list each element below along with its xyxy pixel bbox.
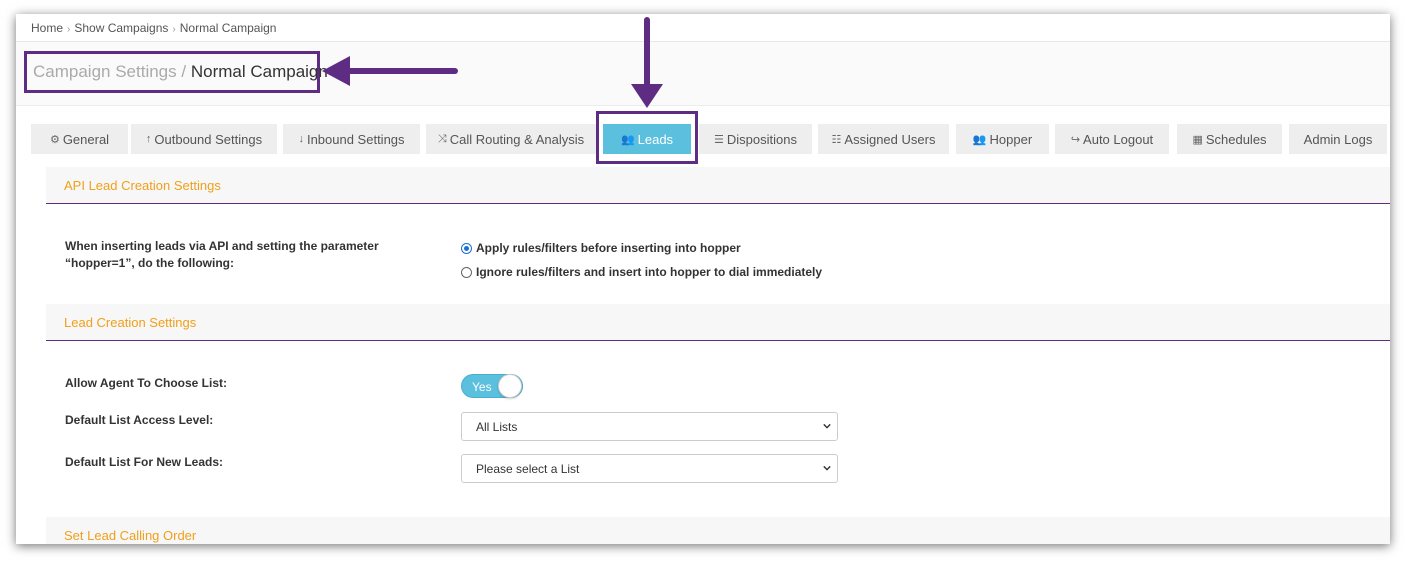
toggle-knob: [498, 374, 522, 398]
new-leads-list-label: Default List For New Leads:: [65, 455, 224, 469]
section-title-lead-creation: Lead Creation Settings: [46, 304, 1390, 341]
tab-assigned-users[interactable]: ☷ Assigned Users: [818, 124, 949, 154]
page-title-prefix: Campaign Settings: [33, 62, 177, 81]
tab-schedules[interactable]: ▦ Schedules: [1177, 124, 1282, 154]
calendar-icon: ▦: [1192, 133, 1203, 146]
breadcrumb-show-campaigns[interactable]: Show Campaigns: [74, 21, 168, 35]
section-title-api: API Lead Creation Settings: [46, 167, 1390, 204]
shuffle-icon: ⤨: [437, 132, 447, 145]
breadcrumb-current: Normal Campaign: [179, 21, 277, 35]
tab-admin-logs[interactable]: Admin Logs: [1289, 124, 1387, 154]
section-title-calling-order: Set Lead Calling Order: [46, 517, 1390, 544]
tab-hopper[interactable]: 👥 Hopper: [956, 124, 1049, 154]
tab-general[interactable]: ⚙ General: [31, 124, 128, 154]
sign-out-icon: ↪: [1070, 133, 1081, 146]
chevron-down-icon: [823, 465, 831, 471]
app-window: Home › Show Campaigns › Normal Campaign Camp…: [16, 14, 1390, 544]
breadcrumb-separator-icon: ›: [67, 24, 71, 35]
page-title-name: Normal Campaign: [190, 62, 328, 81]
toggle-label: Yes: [472, 380, 492, 394]
tab-label: Call Routing & Analysis: [449, 131, 585, 147]
list-icon: ☰: [714, 133, 724, 146]
tab-label: Leads: [637, 131, 674, 147]
tab-auto-logout[interactable]: ↪ Auto Logout: [1055, 124, 1169, 154]
radio-label: Apply rules/filters before inserting int…: [476, 241, 741, 255]
tab-inbound-settings[interactable]: ↓ Inbound Settings: [283, 124, 420, 154]
access-level-select[interactable]: All Lists: [461, 412, 838, 441]
tab-label: Auto Logout: [1083, 131, 1154, 147]
tab-leads[interactable]: 👥 Leads: [603, 124, 691, 154]
radio-checked-icon: [461, 242, 472, 254]
tab-content: API Lead Creation Settings When insertin…: [46, 167, 1390, 544]
select-value: Please select a List: [476, 462, 580, 476]
tab-label: Assigned Users: [844, 131, 936, 147]
allow-agent-toggle[interactable]: Yes: [461, 374, 523, 398]
tab-label: Inbound Settings: [306, 131, 405, 147]
users-icon: 👥: [972, 133, 987, 146]
hopper-api-label: When inserting leads via API and setting…: [65, 239, 379, 270]
users-icon: 👥: [620, 133, 635, 146]
tab-label: General: [62, 131, 110, 147]
ordered-list-icon: ☷: [831, 133, 842, 146]
page-title-separator: /: [181, 62, 187, 81]
gears-icon: ⚙: [49, 133, 60, 146]
radio-ignore-rules[interactable]: Ignore rules/filters and insert into hop…: [461, 265, 822, 279]
access-level-label: Default List Access Level:: [65, 413, 214, 427]
tab-label: Outbound Settings: [154, 131, 263, 147]
tab-call-routing[interactable]: ⤨ Call Routing & Analysis: [426, 124, 596, 154]
radio-unchecked-icon: [461, 266, 472, 278]
breadcrumb: Home › Show Campaigns › Normal Campaign: [16, 14, 1390, 42]
arrow-up-icon: ↑: [145, 133, 152, 145]
breadcrumb-home[interactable]: Home: [31, 21, 63, 35]
tab-dispositions[interactable]: ☰ Dispositions: [699, 124, 812, 154]
new-leads-list-select[interactable]: Please select a List: [461, 454, 838, 483]
arrow-down-icon: ↓: [298, 133, 304, 145]
select-value: All Lists: [476, 420, 518, 434]
breadcrumb-separator-icon: ›: [172, 24, 176, 35]
tab-outbound-settings[interactable]: ↑ Outbound Settings: [131, 124, 277, 154]
tab-label: Hopper: [989, 131, 1033, 147]
radio-apply-rules[interactable]: Apply rules/filters before inserting int…: [461, 241, 741, 255]
page-title: Campaign Settings / Normal Campaign: [24, 51, 328, 93]
chevron-down-icon: [823, 423, 831, 429]
tab-label: Schedules: [1205, 131, 1267, 147]
tab-label: Dispositions: [726, 131, 797, 147]
radio-label: Ignore rules/filters and insert into hop…: [476, 265, 823, 279]
tab-label: Admin Logs: [1303, 131, 1373, 147]
allow-agent-label: Allow Agent To Choose List:: [65, 376, 227, 390]
